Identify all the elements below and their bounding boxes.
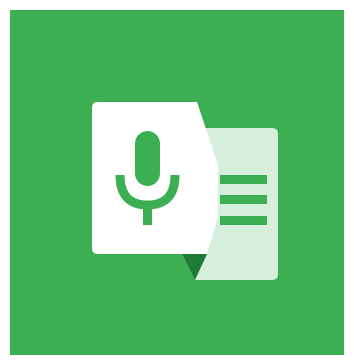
microphone-stand: [143, 205, 152, 225]
app-icon[interactable]: [10, 10, 344, 355]
icon-graphic: [10, 10, 344, 355]
document-line: [220, 216, 267, 225]
document-line: [220, 195, 267, 204]
document-lines-icon: [220, 175, 267, 225]
document-line: [220, 175, 267, 184]
microphone-capsule: [135, 131, 160, 186]
